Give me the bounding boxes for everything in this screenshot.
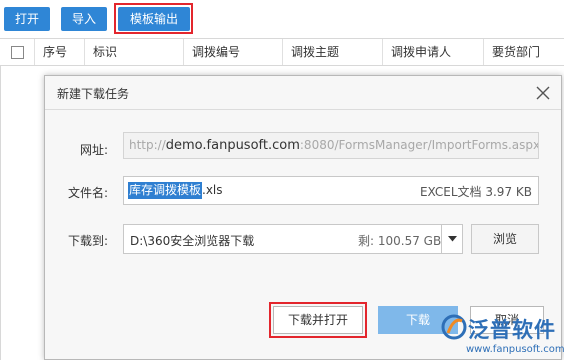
open-button[interactable]: 打开 — [4, 7, 50, 31]
filename-input[interactable]: 库存调拨模板 .xls EXCEL文档 3.97 KB — [123, 176, 539, 205]
select-all-checkbox[interactable] — [11, 46, 24, 59]
download-path-text: D:\360安全浏览器下载 — [130, 234, 255, 248]
column-header-transfer-no[interactable]: 调拨编号 — [183, 39, 282, 65]
brand-logo-icon — [441, 314, 467, 340]
file-type-size: EXCEL文档 3.97 KB — [419, 185, 532, 199]
url-prefix: http:// — [129, 138, 166, 152]
column-header-transfer-subject[interactable]: 调拨主题 — [282, 39, 382, 65]
column-header-requesting-dept[interactable]: 要货部门 — [483, 39, 564, 65]
dialog-divider — [45, 109, 561, 110]
toolbar: 打开 导入 模板输出 — [0, 0, 564, 38]
filename-label: 文件名: — [68, 186, 109, 200]
filename-extension: .xls — [202, 183, 223, 197]
download-to-label: 下载到: — [68, 234, 109, 248]
url-host: demo.fanpusoft.com — [165, 138, 300, 153]
grid-border — [0, 66, 1, 360]
watermark: 泛普软件 www.fanpusoft.com — [440, 313, 564, 360]
column-header-flag[interactable]: 标识 — [84, 39, 183, 65]
import-button[interactable]: 导入 — [61, 7, 107, 31]
download-open-highlight-box — [269, 302, 367, 338]
caret-down-icon — [448, 236, 457, 242]
table-header: 序号 标识 调拨编号 调拨主题 调拨申请人 要货部门 — [0, 38, 564, 66]
free-space-text: 剩: 100.57 GB — [358, 234, 442, 248]
download-path-select[interactable]: D:\360安全浏览器下载 剩: 100.57 GB — [123, 224, 463, 254]
watermark-brand: 泛普软件 — [468, 318, 556, 342]
column-header-applicant[interactable]: 调拨申请人 — [382, 39, 483, 65]
url-label: 网址: — [80, 143, 109, 157]
filename-selected-text: 库存调拨模板 — [128, 182, 203, 199]
url-rest: :8080/FormsManager/ImportForms.aspx?Fo — [299, 138, 539, 152]
dialog-title: 新建下载任务 — [57, 87, 130, 101]
browse-button[interactable]: 浏览 — [471, 224, 539, 254]
path-dropdown-button[interactable] — [441, 225, 463, 253]
export-highlight-box — [114, 3, 193, 34]
url-field: http://demo.fanpusoft.com:8080/FormsMana… — [123, 132, 539, 159]
watermark-url: www.fanpusoft.com — [466, 344, 564, 355]
column-header-index[interactable]: 序号 — [34, 39, 84, 65]
close-icon[interactable] — [535, 85, 551, 101]
